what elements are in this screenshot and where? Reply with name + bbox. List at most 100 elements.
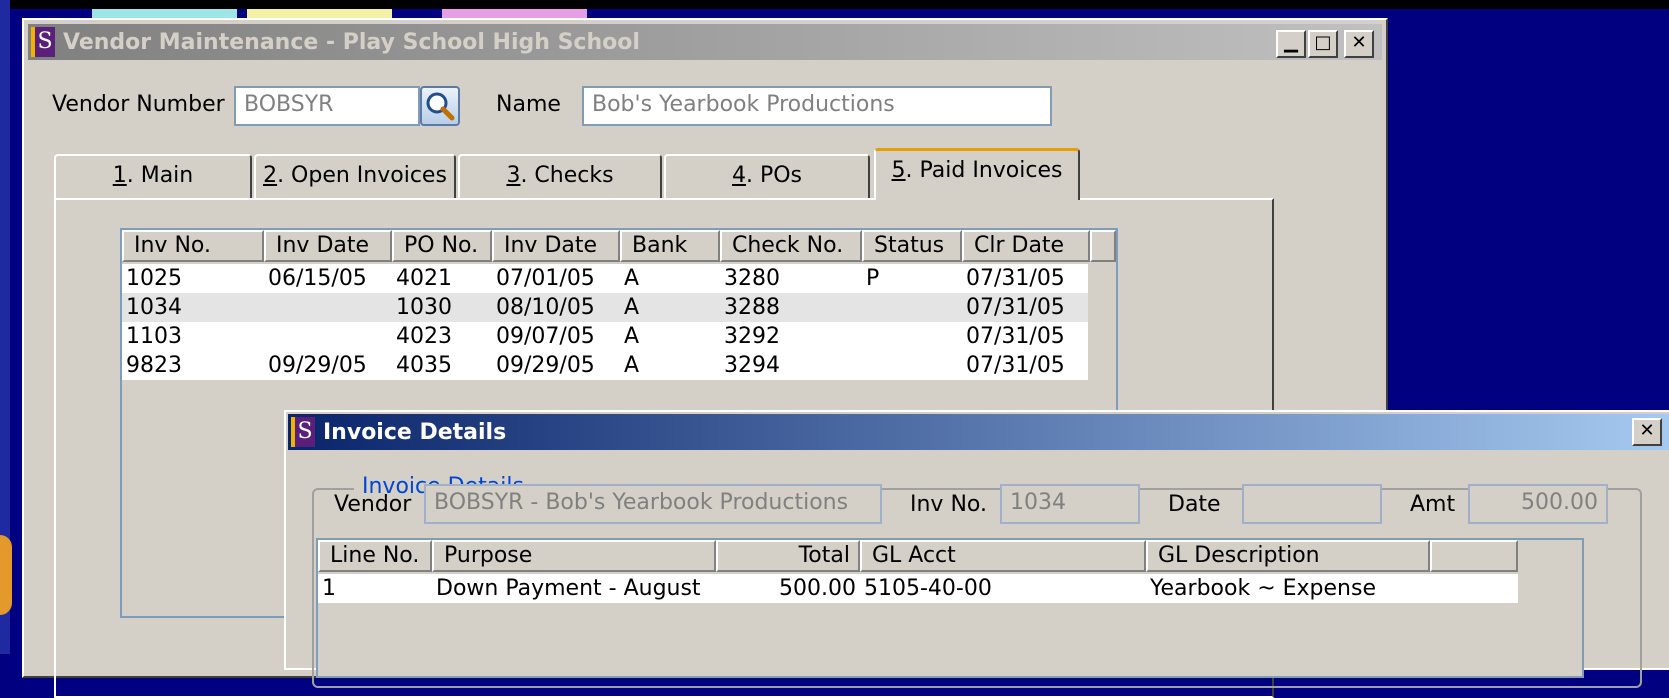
table-row[interactable]: 1 Down Payment - August 500.00 5105-40-0… bbox=[318, 574, 1518, 603]
grid-cell: 9823 bbox=[126, 353, 182, 378]
grid-cell: 3292 bbox=[724, 324, 780, 349]
tab-main[interactable]: 1. Main bbox=[54, 154, 252, 198]
grid-cell: A bbox=[624, 353, 640, 378]
tab-hotkey: 3 bbox=[506, 163, 521, 188]
grid-cell: 1034 bbox=[126, 295, 182, 320]
tab-hotkey: 5 bbox=[891, 158, 906, 183]
grid-header: Line No. Purpose Total GL Acct GL Descri… bbox=[318, 540, 1518, 572]
desktop-corner-art bbox=[0, 535, 12, 615]
magnifier-icon bbox=[426, 92, 455, 121]
table-row[interactable]: 9823 09/29/05 4035 09/29/05 A 3294 07/31… bbox=[122, 351, 1088, 380]
tab-open-invoices[interactable]: 2. Open Invoices bbox=[254, 154, 456, 198]
tab-label: . Paid Invoices bbox=[905, 158, 1063, 183]
column-header[interactable]: Line No. bbox=[318, 540, 432, 572]
grid-cell: A bbox=[624, 266, 640, 291]
amt-label: Amt bbox=[1410, 492, 1456, 517]
grid-cell: Yearbook ~ Expense bbox=[1150, 576, 1376, 601]
grid-cell: P bbox=[866, 266, 880, 291]
grid-cell: 09/29/05 bbox=[496, 353, 595, 378]
column-header[interactable]: Inv Date bbox=[492, 230, 620, 262]
window-title: Vendor Maintenance - Play School High Sc… bbox=[63, 29, 640, 55]
grid-cell bbox=[862, 322, 962, 351]
tab-hotkey: 1 bbox=[112, 163, 127, 188]
grid-cell: 08/10/05 bbox=[496, 295, 595, 320]
grid-cell: 4021 bbox=[396, 266, 452, 291]
dialog-close-button[interactable]: ✕ bbox=[1632, 418, 1662, 446]
column-header[interactable]: Clr Date bbox=[962, 230, 1090, 262]
minimize-button[interactable]: ▁ bbox=[1276, 30, 1306, 58]
grid-cell: Down Payment - August bbox=[436, 576, 701, 601]
grid-header: Inv No. Inv Date PO No. Inv Date Bank Ch… bbox=[122, 230, 1116, 262]
invoice-details-dialog: S Invoice Details ✕ Invoice Details Vend… bbox=[284, 410, 1669, 688]
column-header[interactable]: Bank bbox=[620, 230, 720, 262]
column-header[interactable]: Check No. bbox=[720, 230, 862, 262]
vendor-window-titlebar[interactable]: S Vendor Maintenance - Play School High … bbox=[28, 24, 1382, 60]
invoice-lines-grid[interactable]: Line No. Purpose Total GL Acct GL Descri… bbox=[316, 538, 1584, 678]
grid-cell: 3294 bbox=[724, 353, 780, 378]
invoice-dialog-titlebar[interactable]: S Invoice Details ✕ bbox=[288, 414, 1669, 450]
date-label: Date bbox=[1168, 492, 1221, 517]
grid-cell: 3288 bbox=[724, 295, 780, 320]
tab-hotkey: 2 bbox=[263, 163, 278, 188]
grid-cell: 07/31/05 bbox=[966, 353, 1065, 378]
name-label: Name bbox=[496, 92, 561, 117]
grid-cell: 1030 bbox=[396, 295, 452, 320]
column-header-filler bbox=[1090, 230, 1116, 262]
grid-cell: A bbox=[624, 324, 640, 349]
grid-cell bbox=[862, 351, 962, 380]
column-header[interactable]: Inv Date bbox=[264, 230, 392, 262]
column-header[interactable]: GL Acct bbox=[860, 540, 1146, 572]
grid-cell: 09/07/05 bbox=[496, 324, 595, 349]
vendor-label: Vendor bbox=[334, 492, 412, 517]
column-header[interactable]: PO No. bbox=[392, 230, 492, 262]
column-header[interactable]: GL Description bbox=[1146, 540, 1430, 572]
tab-checks[interactable]: 3. Checks bbox=[458, 154, 662, 198]
amt-field[interactable]: 500.00 bbox=[1468, 484, 1608, 524]
date-field[interactable] bbox=[1242, 484, 1382, 524]
vendor-name-field[interactable]: Bob's Yearbook Productions bbox=[582, 86, 1052, 126]
column-header[interactable]: Purpose bbox=[432, 540, 716, 572]
tab-label: . POs bbox=[745, 163, 803, 188]
table-row[interactable]: 1025 06/15/05 4021 07/01/05 A 3280 P 07/… bbox=[122, 264, 1088, 293]
grid-cell: 1025 bbox=[126, 266, 182, 291]
grid-cell bbox=[264, 293, 392, 322]
grid-cell: 1103 bbox=[126, 324, 182, 349]
close-button[interactable]: ✕ bbox=[1344, 30, 1374, 58]
grid-cell: 06/15/05 bbox=[268, 266, 367, 291]
grid-cell: 4035 bbox=[396, 353, 452, 378]
vendor-number-field[interactable]: BOBSYR bbox=[234, 86, 420, 126]
grid-cell bbox=[264, 322, 392, 351]
column-header[interactable]: Inv No. bbox=[122, 230, 264, 262]
tab-label: . Main bbox=[126, 163, 194, 188]
column-header-filler bbox=[1430, 540, 1518, 572]
grid-cell: 5105-40-00 bbox=[864, 576, 992, 601]
inv-no-label: Inv No. bbox=[910, 492, 987, 517]
table-row[interactable]: 1103 4023 09/07/05 A 3292 07/31/05 bbox=[122, 322, 1088, 351]
column-header[interactable]: Status bbox=[862, 230, 962, 262]
dialog-vendor-field[interactable]: BOBSYR - Bob's Yearbook Productions bbox=[424, 484, 882, 524]
grid-cell bbox=[862, 293, 962, 322]
tab-label: . Open Invoices bbox=[277, 163, 447, 188]
column-header[interactable]: Total bbox=[716, 540, 860, 572]
grid-cell: 07/01/05 bbox=[496, 266, 595, 291]
tab-paid-invoices[interactable]: 5. Paid Invoices bbox=[874, 148, 1080, 200]
inv-no-field[interactable]: 1034 bbox=[1000, 484, 1140, 524]
tab-hotkey: 4 bbox=[731, 163, 746, 188]
grid-cell: 07/31/05 bbox=[966, 266, 1065, 291]
grid-cell: 4023 bbox=[396, 324, 452, 349]
dialog-title: Invoice Details bbox=[323, 419, 507, 445]
tab-label: . Checks bbox=[520, 163, 614, 188]
grid-cell: 1 bbox=[322, 576, 336, 601]
app-icon: S bbox=[291, 417, 315, 447]
grid-cell: 500.00 bbox=[779, 576, 856, 601]
table-row[interactable]: 1034 1030 08/10/05 A 3288 07/31/05 bbox=[122, 293, 1088, 322]
grid-cell: 3280 bbox=[724, 266, 780, 291]
tab-pos[interactable]: 4. POs bbox=[664, 154, 870, 198]
vendor-lookup-button[interactable] bbox=[420, 86, 460, 126]
desktop-top-strip bbox=[0, 0, 1669, 9]
grid-cell: A bbox=[624, 295, 640, 320]
grid-cell: 07/31/05 bbox=[966, 295, 1065, 320]
vendor-number-label: Vendor Number bbox=[52, 92, 225, 117]
maximize-button[interactable]: □ bbox=[1308, 30, 1338, 58]
grid-cell: 07/31/05 bbox=[966, 324, 1065, 349]
